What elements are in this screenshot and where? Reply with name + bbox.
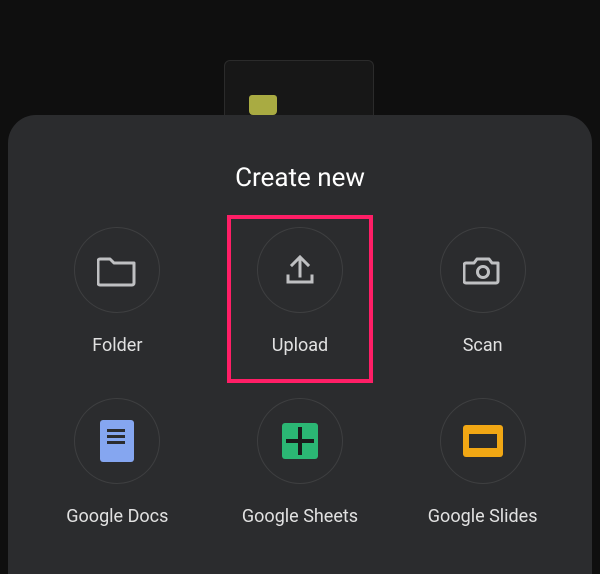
docs-label: Google Docs (66, 506, 168, 527)
upload-icon (282, 252, 318, 288)
upload-label: Upload (272, 335, 328, 356)
create-new-sheet: Create new Folder (8, 115, 592, 574)
camera-icon (463, 253, 503, 287)
options-grid: Folder Upload (8, 227, 592, 527)
folder-option[interactable]: Folder (26, 227, 209, 356)
scan-option[interactable]: Scan (391, 227, 574, 356)
upload-option[interactable]: Upload (209, 227, 392, 356)
google-docs-option[interactable]: Google Docs (26, 398, 209, 527)
slides-label: Google Slides (428, 506, 538, 527)
upload-icon-circle (257, 227, 343, 313)
google-sheets-option[interactable]: Google Sheets (209, 398, 392, 527)
folder-thumb-icon (249, 95, 277, 115)
sheet-title: Create new (8, 163, 592, 193)
folder-icon (97, 253, 137, 287)
scan-label: Scan (463, 335, 503, 356)
google-slides-icon (463, 425, 503, 457)
slides-icon-circle (440, 398, 526, 484)
scan-icon-circle (440, 227, 526, 313)
google-docs-icon (100, 420, 134, 462)
google-sheets-icon (282, 423, 318, 459)
folder-icon-circle (74, 227, 160, 313)
sheets-icon-circle (257, 398, 343, 484)
google-slides-option[interactable]: Google Slides (391, 398, 574, 527)
folder-label: Folder (92, 335, 142, 356)
docs-icon-circle (74, 398, 160, 484)
sheets-label: Google Sheets (242, 506, 358, 527)
